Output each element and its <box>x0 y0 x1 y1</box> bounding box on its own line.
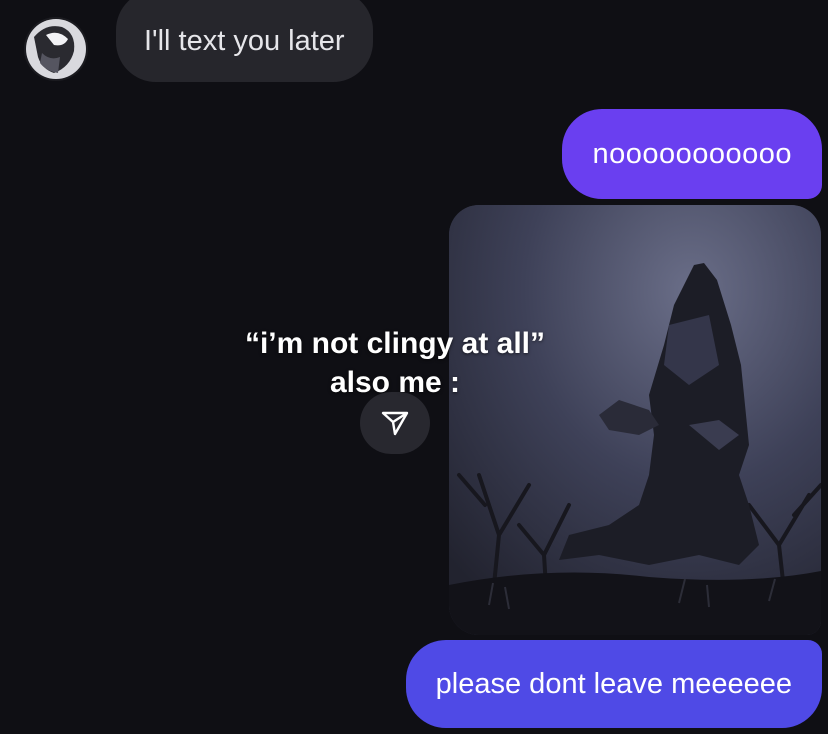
avatar-image <box>24 17 88 81</box>
chat-thread: I'll text you later nooooooooooo “i’m no… <box>0 0 828 734</box>
share-button[interactable] <box>360 392 430 454</box>
howling-wolf-image <box>449 205 821 635</box>
message-text: I'll text you later <box>144 24 345 57</box>
sent-image-message[interactable] <box>449 205 821 635</box>
sent-message-bubble[interactable]: please dont leave meeeeee <box>405 640 822 728</box>
message-text: nooooooooooo <box>592 137 792 170</box>
image-overlay-caption: “i’m not clingy at all” also me : <box>220 324 570 402</box>
contact-avatar[interactable] <box>24 17 88 81</box>
sent-message-bubble[interactable]: nooooooooooo <box>562 109 822 199</box>
message-text: please dont leave meeeeee <box>435 667 792 700</box>
received-message-bubble[interactable]: I'll text you later <box>116 0 373 82</box>
paper-plane-icon <box>381 411 409 436</box>
caption-line-1: “i’m not clingy at all” <box>244 327 546 360</box>
